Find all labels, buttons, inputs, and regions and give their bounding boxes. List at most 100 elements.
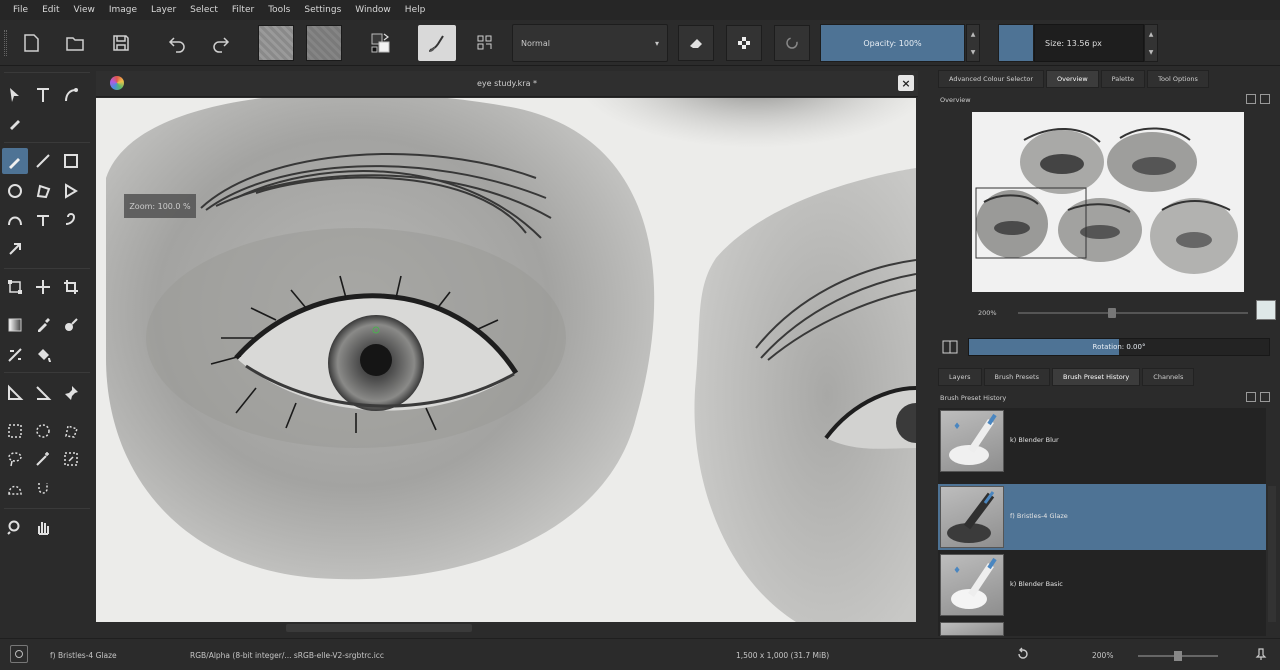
history-scrollbar[interactable] <box>1268 486 1276 622</box>
polyline-tool[interactable] <box>58 178 84 204</box>
opacity-slider[interactable]: Opacity: 100% <box>820 24 965 62</box>
overview-zoom-handle[interactable] <box>1108 308 1116 318</box>
assistant-tool[interactable] <box>2 342 28 368</box>
fullscreen-button[interactable] <box>1254 647 1268 661</box>
freehand-select-tool[interactable] <box>2 446 28 472</box>
polygon-tool[interactable] <box>30 178 56 204</box>
rotate-view-button[interactable] <box>1016 647 1030 661</box>
ellipse-select-tool[interactable] <box>30 418 56 444</box>
brush-preset-button[interactable] <box>418 25 456 61</box>
gradient-tool[interactable] <box>2 312 28 338</box>
zoom-slider-handle[interactable] <box>1174 651 1182 661</box>
menu-window[interactable]: Window <box>348 5 398 15</box>
tab-advanced-colour-selector[interactable]: Advanced Colour Selector <box>938 70 1045 88</box>
overview-zoom-slider[interactable] <box>1018 312 1248 314</box>
workspace-button[interactable] <box>468 25 502 61</box>
polygon-select-tool[interactable] <box>58 418 84 444</box>
list-item[interactable]: f) Bristles-4 Glaze <box>938 484 1266 550</box>
redo-button[interactable] <box>206 25 236 61</box>
list-item[interactable] <box>938 620 1266 636</box>
tab-palette[interactable]: Palette <box>1100 70 1146 88</box>
text-tool[interactable] <box>30 82 56 108</box>
menu-image[interactable]: Image <box>102 5 144 15</box>
select-shapes-tool[interactable] <box>2 82 28 108</box>
horizontal-scrollbar[interactable] <box>96 622 916 634</box>
menu-select[interactable]: Select <box>183 5 225 15</box>
save-button[interactable] <box>106 25 136 61</box>
eraser-mode-button[interactable] <box>678 25 714 61</box>
tab-overview[interactable]: Overview <box>1046 70 1099 88</box>
rectangle-tool[interactable] <box>58 148 84 174</box>
float-docker-icon[interactable] <box>1246 94 1256 104</box>
overview-thumbnail[interactable] <box>972 112 1244 292</box>
similar-select-tool[interactable] <box>58 446 84 472</box>
toolbar-grip[interactable] <box>4 30 7 56</box>
menu-help[interactable]: Help <box>398 5 433 15</box>
color-selector[interactable] <box>362 25 400 61</box>
overview-fit-button[interactable] <box>1256 300 1276 320</box>
tab-channels[interactable]: Channels <box>1142 368 1195 386</box>
ellipse-tool[interactable] <box>2 178 28 204</box>
move-tool[interactable] <box>30 274 56 300</box>
magnetic-select-tool[interactable] <box>30 476 56 502</box>
new-document-button[interactable] <box>16 25 46 61</box>
menu-layer[interactable]: Layer <box>144 5 183 15</box>
calligraphy-tool[interactable] <box>2 110 28 136</box>
rotation-slider[interactable]: Rotation: 0.00° <box>968 338 1270 356</box>
tab-layers[interactable]: Layers <box>938 368 982 386</box>
close-document-button[interactable]: × <box>898 75 914 91</box>
menu-settings[interactable]: Settings <box>297 5 348 15</box>
undo-button[interactable] <box>162 25 192 61</box>
open-document-button[interactable] <box>60 25 90 61</box>
list-item[interactable]: ♦ k) Blender Blur <box>938 408 1266 474</box>
multibrush-tool[interactable] <box>2 236 28 262</box>
close-docker-icon[interactable] <box>1260 392 1270 402</box>
freehand-path-tool[interactable] <box>30 206 56 232</box>
measure-tool[interactable] <box>2 380 28 406</box>
list-item[interactable]: ♦ k) Blender Basic <box>938 552 1266 618</box>
horizontal-scrollbar-thumb[interactable] <box>286 624 472 632</box>
brush-preview-button[interactable] <box>10 645 28 663</box>
bezier-select-tool[interactable] <box>2 476 28 502</box>
close-icon: × <box>901 76 911 90</box>
menu-view[interactable]: View <box>67 5 102 15</box>
status-color-space[interactable]: RGB/Alpha (8-bit integer/... sRGB-elle-V… <box>190 651 384 660</box>
blend-mode-select[interactable]: Normal ▾ <box>512 24 668 62</box>
menu-edit[interactable]: Edit <box>35 5 66 15</box>
bezier-tool[interactable] <box>2 206 28 232</box>
opacity-spin[interactable]: ▲ ▼ <box>966 24 980 62</box>
menu-file[interactable]: File <box>6 5 35 15</box>
gradient-swatch[interactable] <box>258 25 294 61</box>
tab-brush-preset-history[interactable]: Brush Preset History <box>1052 368 1141 386</box>
edit-shapes-tool[interactable] <box>58 82 84 108</box>
mirror-view-button[interactable] <box>940 338 960 356</box>
crop-tool[interactable] <box>58 274 84 300</box>
vertical-scrollbar[interactable] <box>916 98 926 622</box>
pan-tool[interactable] <box>30 514 56 540</box>
magic-wand-tool[interactable] <box>30 446 56 472</box>
tab-brush-presets[interactable]: Brush Presets <box>983 368 1050 386</box>
size-slider[interactable]: Size: 13.56 px <box>1034 24 1144 62</box>
preserve-alpha-button[interactable] <box>726 25 762 61</box>
color-picker-tool[interactable] <box>30 312 56 338</box>
freehand-brush-tool[interactable] <box>2 148 28 174</box>
reference-tool[interactable] <box>30 380 56 406</box>
smart-patch-tool[interactable] <box>58 312 84 338</box>
dynamic-brush-tool[interactable] <box>58 206 84 232</box>
fill-tool[interactable] <box>30 342 56 368</box>
menu-filter[interactable]: Filter <box>225 5 261 15</box>
line-tool[interactable] <box>30 148 56 174</box>
tab-tool-options[interactable]: Tool Options <box>1147 70 1209 88</box>
size-spin[interactable]: ▲ ▼ <box>1144 24 1158 62</box>
menu-tools[interactable]: Tools <box>261 5 297 15</box>
close-docker-icon[interactable] <box>1260 94 1270 104</box>
rect-select-tool[interactable] <box>2 418 28 444</box>
reload-preset-button[interactable] <box>774 25 810 61</box>
zoom-tool[interactable] <box>2 514 28 540</box>
size-slider-fill[interactable] <box>998 24 1034 62</box>
pin-tool[interactable] <box>58 380 84 406</box>
drawing-canvas[interactable]: Zoom: 100.0 % <box>96 98 916 622</box>
transform-tool[interactable] <box>2 274 28 300</box>
float-docker-icon[interactable] <box>1246 392 1256 402</box>
pattern-swatch[interactable] <box>306 25 342 61</box>
